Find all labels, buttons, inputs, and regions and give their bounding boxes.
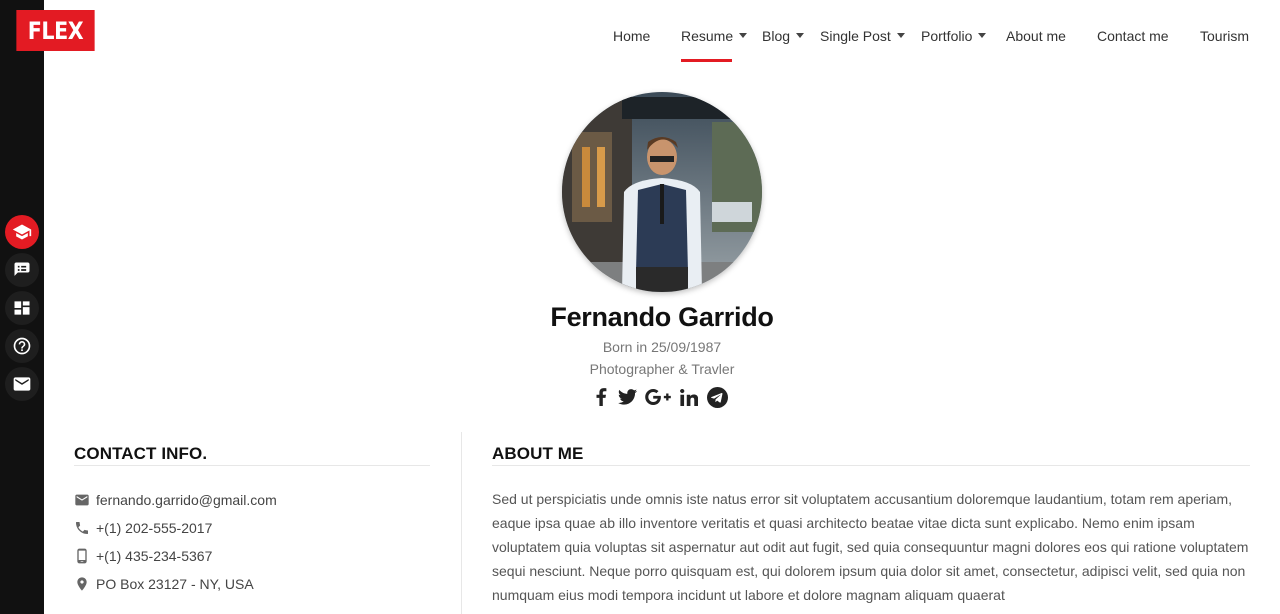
mobile-phone-icon	[77, 548, 87, 564]
phone-icon	[76, 522, 88, 534]
nav-about-me[interactable]: About me	[1006, 28, 1066, 62]
contact-mobile[interactable]: +(1) 435-234-5367	[96, 548, 212, 564]
google-plus-icon[interactable]	[644, 386, 672, 408]
contact-address-row: PO Box 23127 - NY, USA	[74, 574, 254, 594]
list-icon[interactable]	[5, 253, 39, 287]
nav-portfolio[interactable]: Portfolio	[921, 28, 987, 62]
nav-blog-label: Blog	[762, 28, 791, 44]
linkedin-icon[interactable]	[678, 386, 700, 408]
contact-address: PO Box 23127 - NY, USA	[96, 576, 254, 592]
about-title: ABOUT ME	[492, 444, 584, 463]
facebook-icon[interactable]	[592, 386, 610, 408]
profile-role: Photographer & Travler	[589, 361, 735, 377]
graduation-cap-icon[interactable]	[5, 215, 39, 249]
contact-email-row: fernando.garrido@gmail.com	[74, 490, 277, 510]
profile-born: Born in 25/09/1987	[602, 339, 722, 355]
main-nav: Home Resume Blog Single Post Portfolio A…	[0, 0, 1280, 62]
contact-phone-row: +(1) 202-555-2017	[74, 518, 212, 538]
contact-divider	[74, 465, 430, 466]
contact-email[interactable]: fernando.garrido@gmail.com	[96, 492, 277, 508]
about-text: Sed ut perspiciatis unde omnis iste natu…	[492, 491, 1249, 603]
nav-tourism[interactable]: Tourism	[1200, 28, 1249, 62]
nav-portfolio-label: Portfolio	[921, 28, 973, 44]
nav-tourism-label: Tourism	[1200, 28, 1250, 44]
nav-contact-me[interactable]: Contact me	[1097, 28, 1169, 62]
telegram-icon[interactable]	[706, 386, 728, 408]
profile-photo	[562, 92, 762, 292]
chevron-down-icon	[896, 32, 905, 38]
chevron-down-icon	[978, 32, 987, 38]
nav-home[interactable]: Home	[613, 28, 650, 62]
nav-resume-label: Resume	[681, 28, 734, 44]
nav-about-me-label: About me	[1006, 28, 1066, 44]
contact-title: CONTACT INFO.	[74, 444, 208, 463]
chevron-down-icon	[739, 32, 748, 38]
twitter-icon[interactable]	[616, 386, 638, 408]
nav-single-post-label: Single Post	[820, 28, 891, 44]
nav-contact-me-label: Contact me	[1097, 28, 1169, 44]
location-pin-icon	[77, 577, 87, 591]
nav-single-post[interactable]: Single Post	[820, 28, 905, 62]
envelope-icon	[75, 494, 89, 506]
about-divider	[492, 465, 1250, 466]
profile-name: Fernando Garrido	[550, 302, 774, 332]
nav-blog[interactable]: Blog	[762, 28, 805, 62]
column-divider	[461, 432, 462, 614]
nav-resume[interactable]: Resume	[681, 28, 748, 62]
chevron-down-icon	[796, 32, 805, 38]
contact-mobile-row: +(1) 435-234-5367	[74, 546, 212, 566]
nav-home-label: Home	[613, 28, 651, 44]
contact-phone[interactable]: +(1) 202-555-2017	[96, 520, 212, 536]
